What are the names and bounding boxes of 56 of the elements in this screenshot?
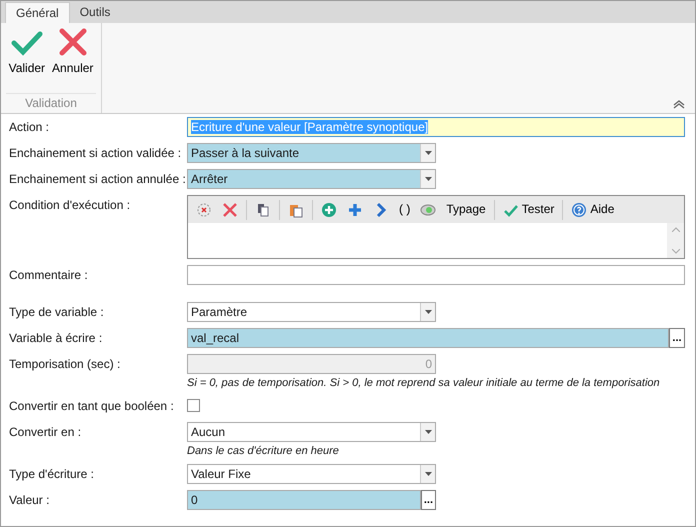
- chevron-up-icon: [673, 99, 685, 109]
- cancel-button[interactable]: Annuler: [50, 26, 96, 76]
- dropdown-field[interactable]: Aucun: [187, 422, 436, 442]
- group-label: Validation: [6, 92, 96, 113]
- dropdown-field[interactable]: Passer à la suivante: [187, 143, 436, 163]
- field-label: Convertir en :: [8, 424, 82, 440]
- caret-icon: [424, 177, 432, 181]
- dropdown-field[interactable]: Arrêter: [187, 169, 436, 189]
- dropdown-field[interactable]: Valeur Fixe: [187, 464, 436, 484]
- scroll-up-icon: [672, 227, 680, 232]
- dropdown-button[interactable]: [420, 303, 435, 321]
- dropdown-button[interactable]: [420, 170, 435, 188]
- ribbon-tab[interactable]: Général: [5, 2, 70, 23]
- checkbox[interactable]: [187, 399, 200, 412]
- hint-text: Dans le cas d'écriture en heure: [187, 445, 340, 458]
- field-label: Variable à écrire :: [8, 330, 104, 346]
- field-label: Condition d'exécution :: [8, 197, 132, 212]
- caret-icon: [424, 151, 432, 155]
- dropdown-button[interactable]: [420, 465, 435, 484]
- field-label: Action :: [8, 119, 50, 134]
- collapse-button[interactable]: [673, 99, 685, 109]
- field-label: Enchainement si action annulée :: [8, 171, 187, 186]
- caret-icon: [424, 310, 432, 314]
- dropdown-button[interactable]: [420, 423, 435, 442]
- toggle-icon: [420, 202, 436, 218]
- field-label: Type de variable :: [8, 304, 105, 320]
- field-label: Enchainement si action validée :: [8, 145, 182, 160]
- add-circle-icon: [321, 202, 337, 218]
- hint-text: Si = 0, pas de temporisation. Si > 0, le mot reprend sa valeur initiale au terme de la temporisation: [187, 377, 661, 390]
- browse-button[interactable]: ...: [420, 490, 436, 510]
- copy-icon: [255, 202, 271, 218]
- field-label: Type d'écriture :: [8, 466, 95, 482]
- caret-icon: [424, 430, 432, 434]
- field-label: Convertir en tant que booléen :: [8, 398, 175, 414]
- input-field[interactable]: val_recal: [187, 328, 669, 348]
- text-field[interactable]: [187, 265, 685, 285]
- scroll-down-icon: [672, 249, 680, 254]
- dropdown-field[interactable]: Paramètre: [187, 302, 436, 322]
- test-button[interactable]: Tester: [498, 200, 558, 220]
- close-icon: [56, 26, 89, 58]
- help-button[interactable]: Aide: [567, 200, 618, 220]
- validate-button[interactable]: Valider: [6, 26, 48, 76]
- browse-button[interactable]: ...: [669, 328, 685, 348]
- input-field[interactable]: 0: [187, 490, 421, 510]
- delete-icon: [222, 202, 238, 218]
- ribbon-tab[interactable]: Outils: [70, 2, 120, 23]
- field-label: Temporisation (sec) :: [8, 356, 122, 372]
- dropdown-button[interactable]: [420, 144, 435, 162]
- parentheses-button[interactable]: ( ): [395, 200, 414, 219]
- help-icon: [571, 202, 588, 218]
- typing-button[interactable]: Typage: [442, 200, 490, 219]
- field-label: Valeur :: [8, 492, 50, 508]
- field-label: Commentaire :: [8, 267, 89, 282]
- plus-icon: [347, 202, 363, 218]
- caret-icon: [424, 472, 432, 476]
- clear-icon: [196, 202, 212, 218]
